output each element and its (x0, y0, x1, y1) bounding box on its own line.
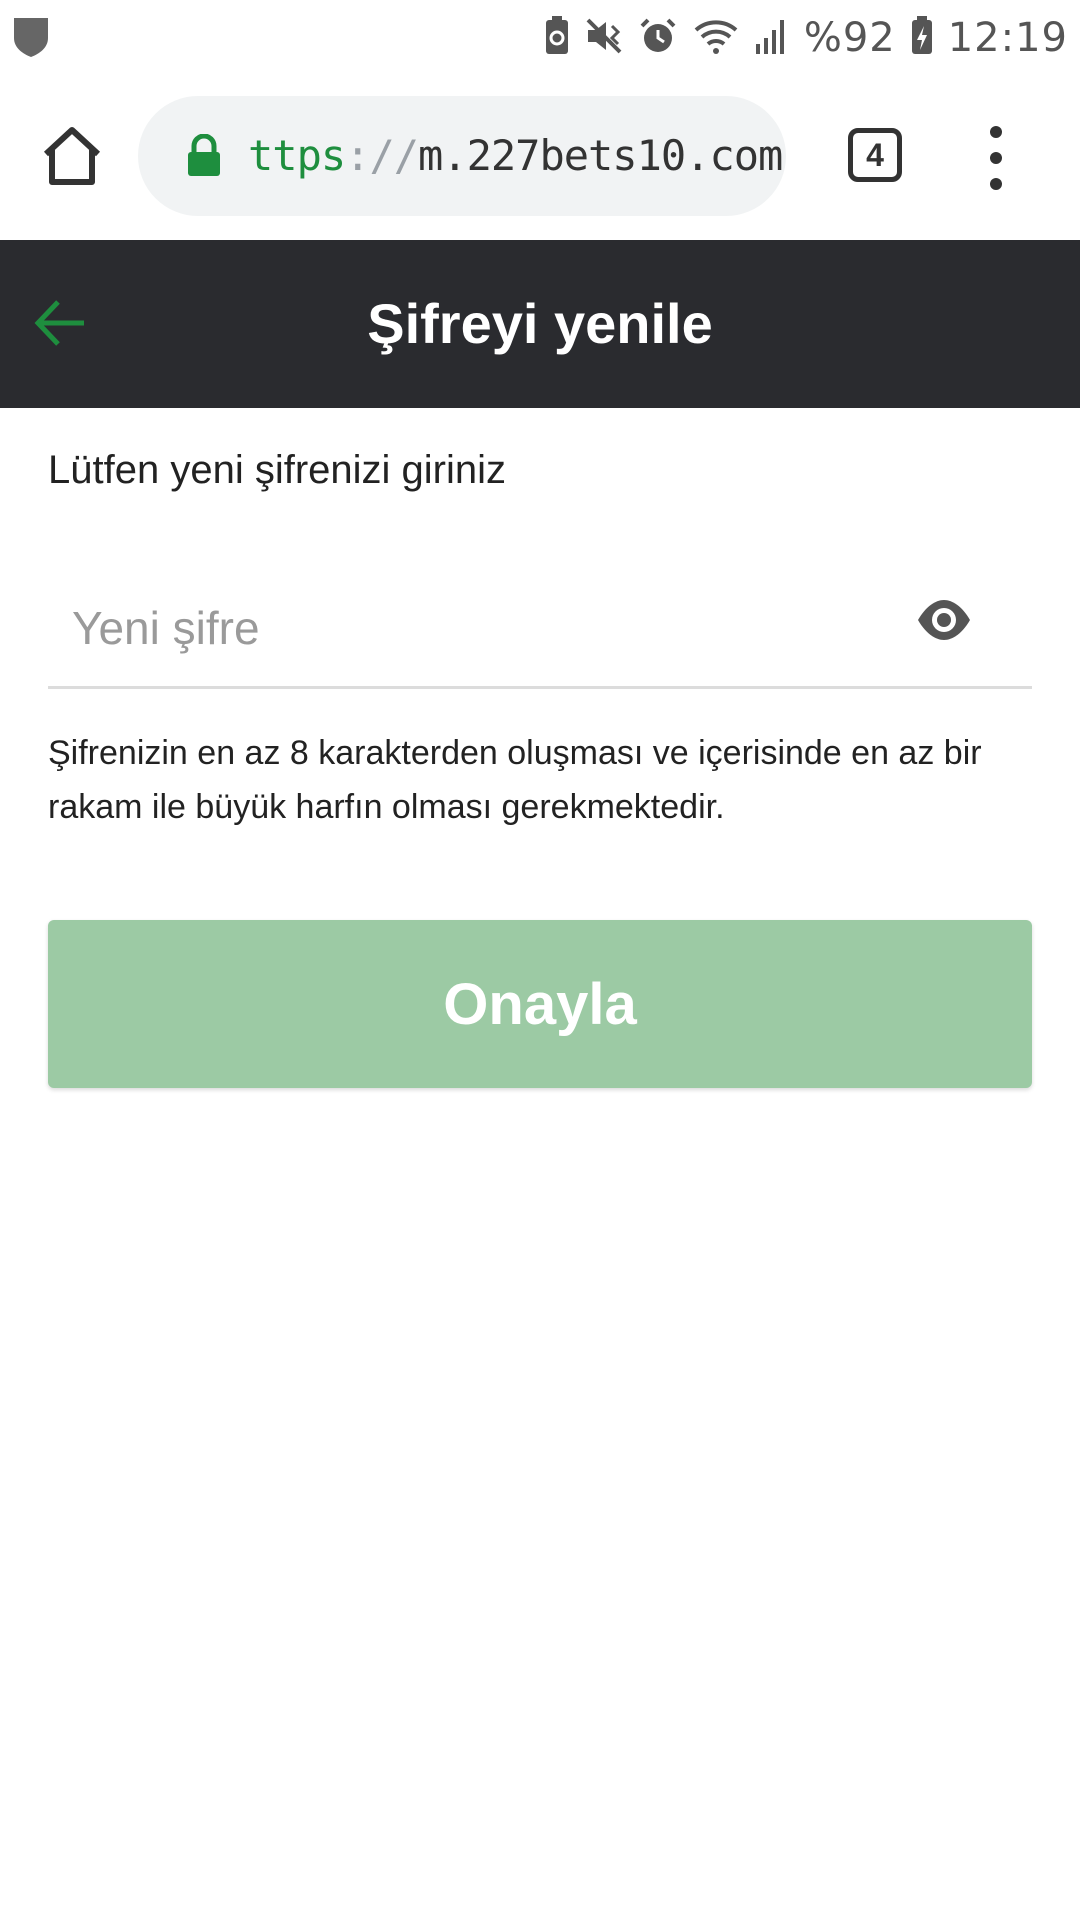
url-text: ttps://m.227bets10.com (248, 96, 783, 216)
url-host: m.227bets10.com (418, 131, 783, 180)
confirm-button[interactable]: Onayla (48, 920, 1032, 1088)
eye-icon[interactable] (916, 592, 972, 648)
url-scheme: ttps (248, 131, 346, 180)
browser-toolbar: ttps://m.227bets10.com 4 (0, 76, 1080, 240)
app-header: Şifreyi yenile (0, 240, 1080, 408)
url-separator: :// (345, 131, 419, 180)
back-button[interactable] (30, 292, 92, 354)
battery-percent: %92 (803, 15, 896, 61)
tab-count: 4 (866, 137, 884, 173)
new-password-input[interactable] (72, 578, 922, 678)
page-title: Şifreyi yenile (367, 292, 713, 355)
home-icon (43, 127, 101, 185)
shield-icon (12, 16, 50, 63)
password-prompt: Lütfen yeni şifrenizi giriniz (48, 448, 506, 492)
new-password-field (48, 570, 1032, 689)
alarm-icon (638, 16, 678, 61)
password-hint: Şifrenizin en az 8 karakterden oluşması … (48, 734, 982, 826)
wifi-icon (692, 16, 740, 61)
back-arrow-icon (34, 300, 84, 346)
home-button[interactable] (40, 124, 104, 188)
clock: 12:19 (947, 15, 1068, 61)
more-vert-icon[interactable] (980, 126, 1012, 190)
status-bar: %92 12:19 (0, 0, 1080, 76)
lock-icon (186, 133, 222, 183)
battery-charging-icon (910, 15, 934, 61)
battery-saver-icon (544, 15, 570, 61)
tabs-button[interactable]: 4 (848, 128, 902, 182)
mute-vibrate-icon (584, 16, 624, 61)
signal-icon (754, 16, 790, 61)
url-bar[interactable]: ttps://m.227bets10.com (138, 96, 786, 216)
